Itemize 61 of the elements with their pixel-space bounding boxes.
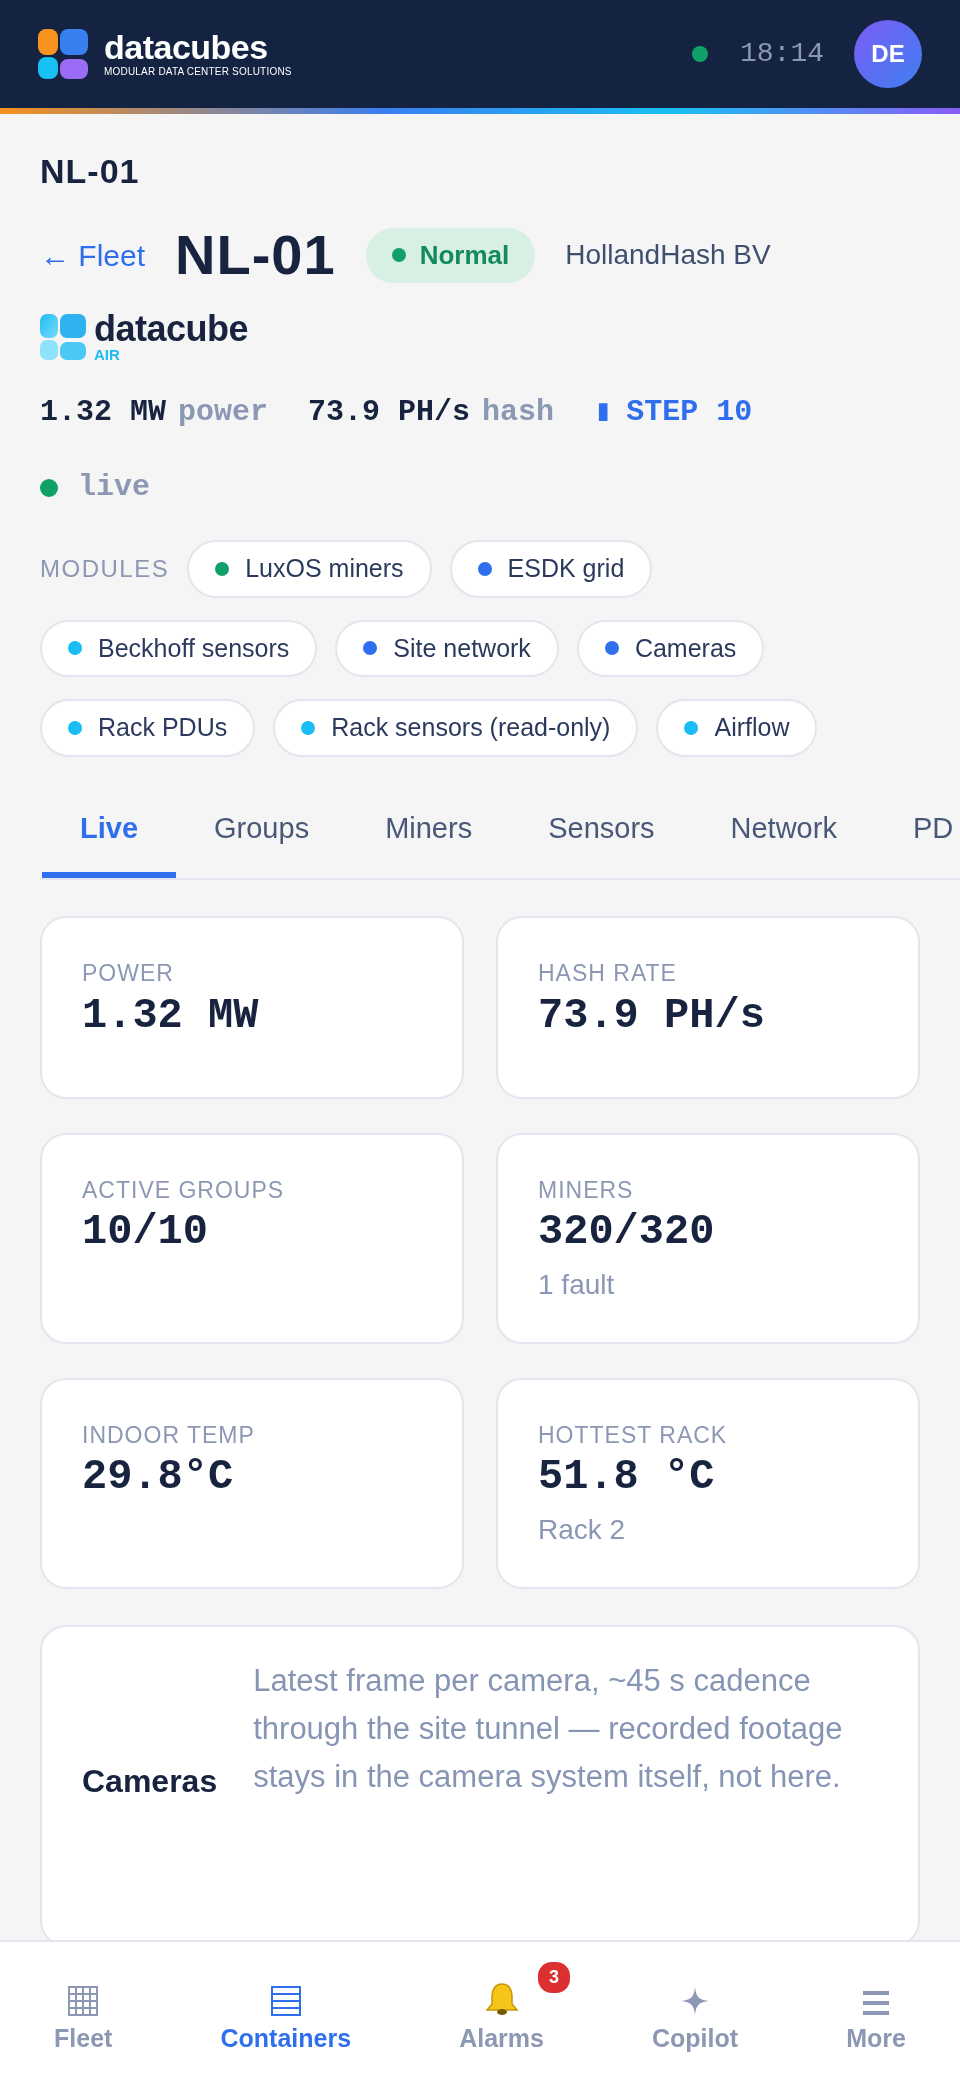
metric-value: 10/10 — [82, 1207, 210, 1258]
product-logo-icon — [40, 313, 86, 360]
brand-logo-icon — [38, 29, 88, 79]
metric-value: 51.8 °C — [538, 1452, 716, 1503]
tab[interactable]: Groups — [176, 780, 348, 878]
module-name: Rack sensors (read-only) — [331, 712, 611, 743]
nav-item[interactable]: More — [820, 1962, 932, 2058]
module-name: Rack PDUs — [98, 712, 228, 743]
product-name: datacube — [94, 311, 249, 347]
module-name: Airflow — [714, 712, 790, 743]
tab[interactable]: PD — [874, 780, 960, 878]
metric-value: 73.9 PH/s — [538, 990, 766, 1041]
metric-label: MINERS — [538, 1175, 635, 1205]
metric-value: 1.32 MW — [82, 990, 260, 1041]
back-link[interactable]: ← Fleet — [40, 232, 146, 278]
page-title: NL-01 — [40, 151, 141, 192]
cameras-title: Cameras — [82, 1761, 218, 1801]
metric-label: HOTTEST RACK — [538, 1420, 729, 1450]
nav-item[interactable]: Fleet — [28, 1962, 139, 2058]
bell-icon — [483, 1982, 520, 2016]
module-name: ESDK grid — [507, 553, 625, 584]
module-name: Cameras — [634, 632, 737, 664]
metric-note: 1 fault — [538, 1267, 616, 1302]
metric-note: Rack 2 — [538, 1512, 627, 1547]
alarm-count-badge: 3 — [537, 1962, 570, 1993]
stat-suffix: power — [178, 394, 269, 431]
status-pill: Normal — [365, 227, 536, 283]
nav-item[interactable]: Alarms 3 — [433, 1962, 570, 2058]
stat-value: 1.32 MW — [40, 394, 167, 431]
brand-name: datacubes — [104, 29, 269, 64]
tab[interactable]: Miners — [347, 780, 511, 878]
tab[interactable]: Live — [42, 780, 177, 878]
tab[interactable]: Network — [692, 780, 875, 878]
container-name: NL-01 — [175, 227, 336, 283]
metric-label: HASH RATE — [538, 959, 678, 988]
nav-item[interactable]: Containers — [194, 1962, 378, 2058]
module-name: Site network — [393, 632, 531, 664]
stat-suffix: hash — [482, 394, 555, 431]
menu-icon — [862, 1990, 890, 2016]
live-label: live — [78, 469, 150, 506]
clock-time: 18:14 — [740, 37, 824, 71]
owner-name: HollandHash BV — [565, 238, 771, 272]
nav-item[interactable]: Copilot — [626, 1962, 765, 2058]
metric-value: 29.8°C — [82, 1452, 235, 1503]
module-name: Beckhoff sensors — [98, 632, 290, 664]
metric-value: 320/320 — [538, 1207, 716, 1258]
metric-label: INDOOR TEMP — [82, 1420, 256, 1450]
user-avatar[interactable]: DE — [854, 20, 922, 88]
brand-tagline: MODULAR DATA CENTER SOLUTIONS — [104, 64, 292, 79]
list-icon — [270, 1986, 301, 2016]
product-variant: AIR — [94, 347, 121, 362]
stat-value: 73.9 PH/s — [308, 394, 471, 431]
modules-label: MODULES — [40, 553, 170, 584]
step-label: STEP 10 — [626, 394, 753, 431]
tab[interactable]: Sensors — [510, 780, 693, 878]
metric-label: POWER — [82, 959, 175, 988]
cameras-description: Latest frame per camera, ~45 s cadence through the site tunnel — recorded footage stays in the camera system itself, not here. — [253, 1661, 844, 1796]
metric-label: ACTIVE GROUPS — [82, 1175, 286, 1205]
module-name: LuxOS miners — [245, 553, 404, 584]
step-marker: ▮ — [594, 394, 613, 431]
grid-icon — [68, 1986, 99, 2016]
